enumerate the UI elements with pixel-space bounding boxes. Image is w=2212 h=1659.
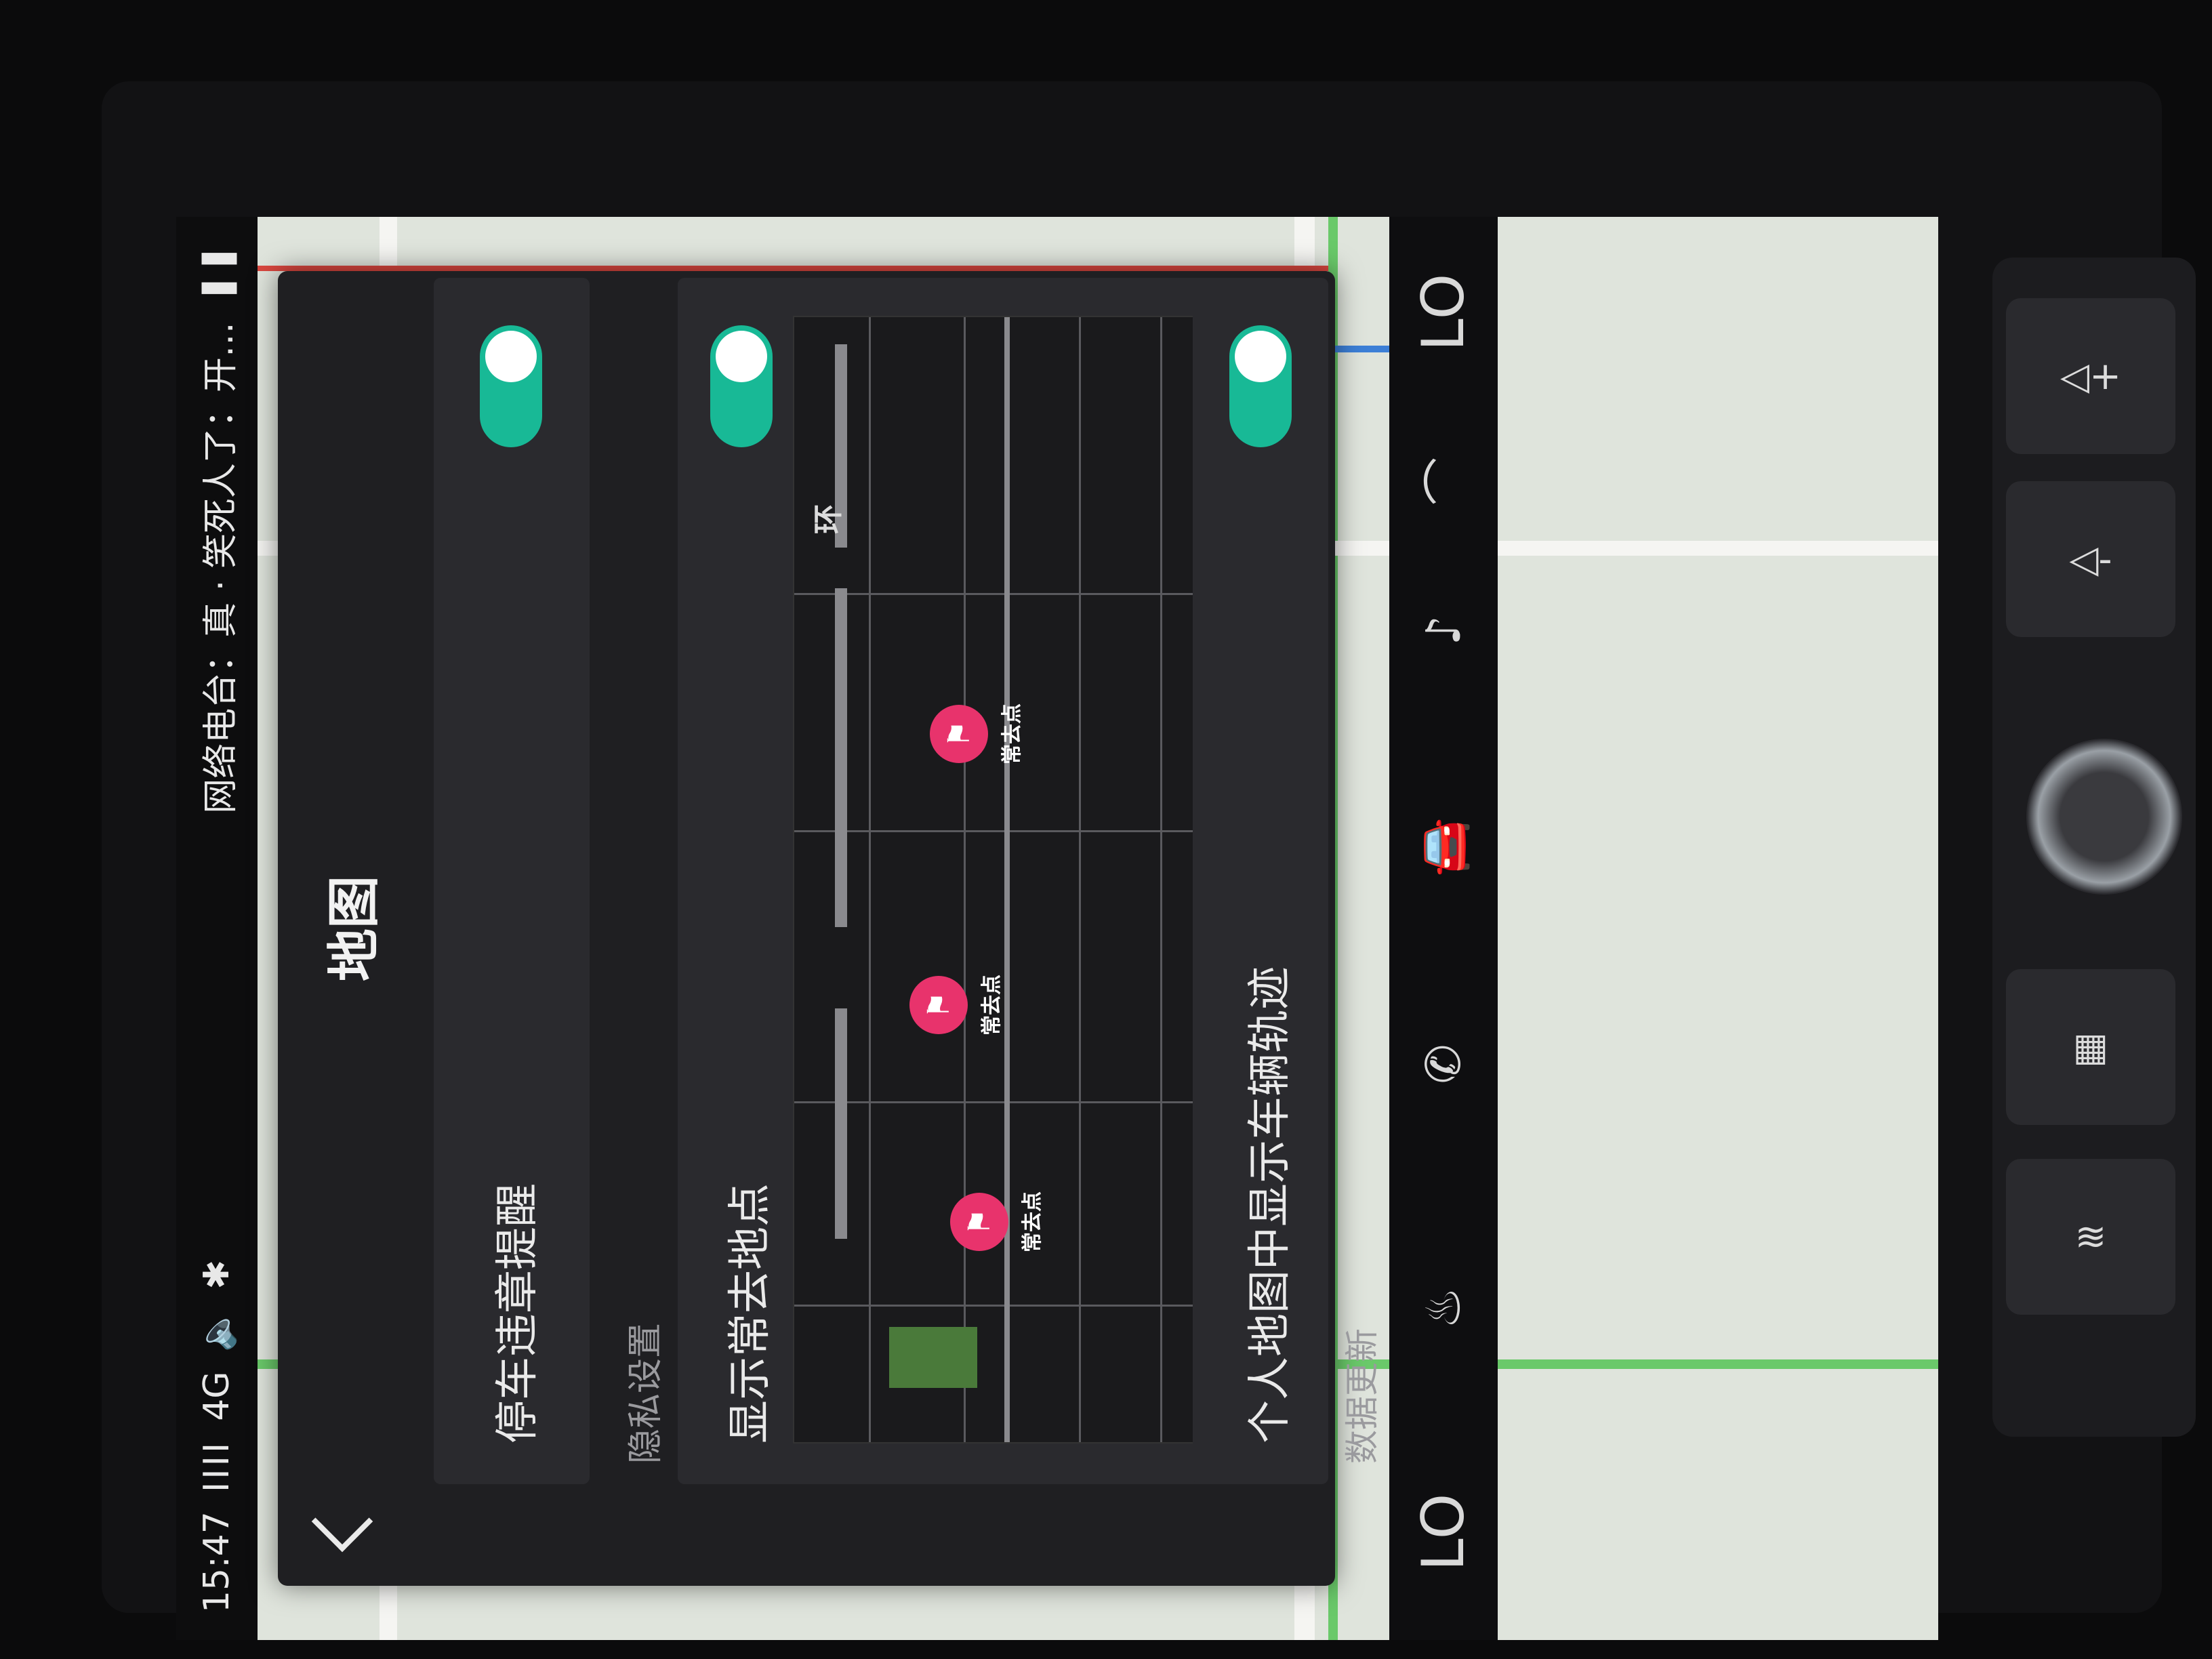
pin-icon: ⚑ — [909, 976, 968, 1034]
toggle-knob — [485, 331, 537, 382]
pin-label: 常去点 — [980, 975, 1004, 1036]
panel-header: 地图 — [278, 271, 407, 1586]
setting-label: 个人地图中显示车辆轨迹 — [1245, 966, 1295, 1443]
toggle-knob — [1235, 331, 1286, 382]
section-data-update: 数据更新 — [1343, 1328, 1382, 1464]
seat-icon[interactable]: ⌒ — [1410, 434, 1477, 529]
frequent-place-pin: ⚑ 常去点 — [950, 1191, 1045, 1252]
pause-icon[interactable]: ❚❚ — [197, 244, 237, 303]
setting-row-vehicle-track[interactable]: 个人地图中显示车辆轨迹 — [1193, 278, 1328, 1484]
map-settings-panel: 地图 停车违章提醒 隐私设置 显示常去地点 环 ⚑ 常去点 ⚑ 常去点 ⚑ 常去… — [278, 271, 1335, 1586]
phone-icon[interactable]: ✆ — [1410, 1017, 1477, 1111]
section-privacy: 隐私设置 — [626, 1322, 666, 1464]
pin-label: 常去点 — [1000, 703, 1024, 764]
setting-row-frequent-places[interactable]: 显示常去地点 环 ⚑ 常去点 ⚑ 常去点 ⚑ 常去点 — [678, 278, 1233, 1484]
pin-icon: ⚑ — [930, 705, 988, 763]
speaker-icon: 🔈 — [197, 1308, 238, 1353]
clock: 15:47 — [197, 1511, 237, 1613]
page-title: 地图 — [324, 876, 385, 982]
frequent-places-illustration: 环 ⚑ 常去点 ⚑ 常去点 ⚑ 常去点 — [793, 316, 1209, 1443]
now-playing-text[interactable]: 网络电台：真 · 笑死人了：开… — [192, 322, 243, 814]
toggle-knob — [716, 331, 767, 382]
frequent-place-pin: ⚑ 常去点 — [930, 703, 1025, 764]
setting-label: 显示常去地点 — [725, 1183, 775, 1443]
photo-stage: ◁+ ◁- ▦ ≋ 15:47 IIII 4G 🔈 ✱ 网络电台：真 · 笑死人… — [0, 0, 2212, 1659]
ring-road-label: 环 — [811, 504, 846, 534]
defrost-rear-button[interactable]: ▦ — [2006, 969, 2175, 1125]
parking-alert-toggle[interactable] — [480, 325, 542, 447]
setting-row-parking-alert[interactable]: 停车违章提醒 — [434, 278, 590, 1484]
network-type: 4G — [197, 1371, 237, 1421]
frequent-places-toggle[interactable] — [710, 325, 773, 447]
infotainment-screen: 15:47 IIII 4G 🔈 ✱ 网络电台：真 · 笑死人了：开… ❚❚ 地图… — [176, 217, 1938, 1640]
volume-knob[interactable] — [2026, 739, 2182, 895]
music-icon[interactable]: ♪ — [1410, 583, 1477, 678]
left-temperature[interactable]: LO — [1410, 1464, 1477, 1599]
setting-label: 停车违章提醒 — [493, 1183, 543, 1443]
car-icon[interactable]: 🚘 — [1410, 800, 1477, 895]
climate-dock: LO ♨ ✆ 🚘 ♪ ⌒ LO — [1389, 217, 1498, 1640]
volume-up-label: ◁+ — [2060, 354, 2121, 398]
signal-strength: IIII — [197, 1439, 237, 1493]
vehicle-track-toggle[interactable] — [1229, 325, 1292, 447]
frequent-place-pin: ⚑ 常去点 — [909, 975, 1004, 1036]
volume-down-label: ◁- — [2069, 537, 2112, 581]
seat-heat-icon[interactable]: ♨ — [1410, 1261, 1477, 1355]
volume-down-button[interactable]: ◁- — [2006, 481, 2175, 637]
pin-icon: ⚑ — [950, 1193, 1008, 1251]
pin-label: 常去点 — [1021, 1191, 1044, 1252]
defrost-front-button[interactable]: ≋ — [2006, 1159, 2175, 1315]
status-bar: 15:47 IIII 4G 🔈 ✱ 网络电台：真 · 笑死人了：开… ❚❚ — [176, 217, 258, 1640]
right-temperature[interactable]: LO — [1410, 244, 1477, 380]
volume-up-button[interactable]: ◁+ — [2006, 298, 2175, 454]
bluetooth-icon: ✱ — [197, 1260, 237, 1290]
